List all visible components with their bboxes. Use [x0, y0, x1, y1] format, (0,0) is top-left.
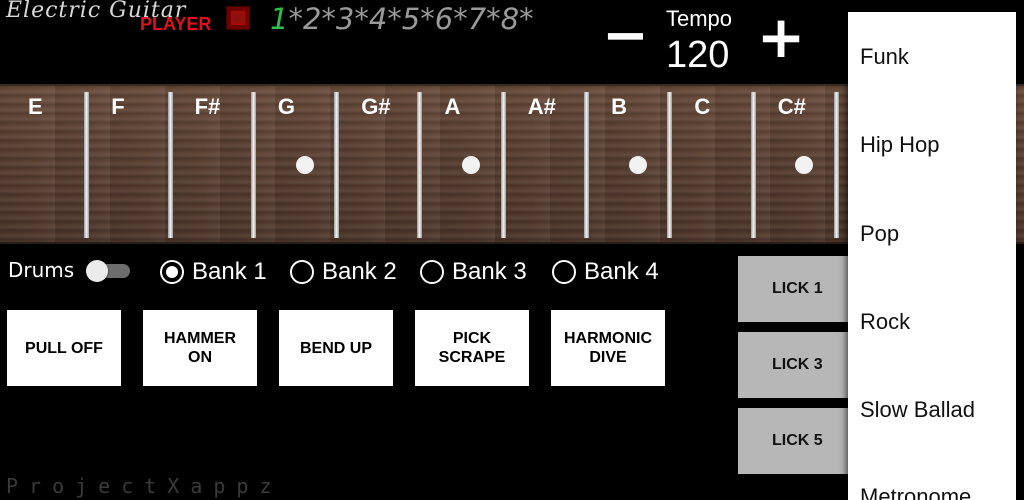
drums-label: Drums [8, 258, 75, 282]
lick-5-button[interactable]: LICK 5 [738, 408, 858, 474]
fret-wire [833, 92, 839, 238]
fret-a[interactable]: A [423, 86, 506, 246]
fret-f[interactable]: F [89, 86, 173, 246]
pull-off-button[interactable]: PULL OFF [7, 310, 121, 386]
fret-marker-dot [462, 156, 481, 174]
radio-icon[interactable] [420, 260, 444, 284]
stop-icon [231, 11, 245, 25]
style-dropdown-menu[interactable]: Funk Hip Hop Pop Rock Slow Ballad Metron… [848, 12, 1016, 500]
fret-g[interactable]: G [256, 86, 340, 246]
menu-item-pop[interactable]: Pop [860, 221, 899, 247]
fret-marker-dot [628, 156, 647, 174]
bend-up-button[interactable]: BEND UP [279, 310, 393, 386]
pattern-list[interactable]: *2*3*4*5*6*7*8* [288, 2, 533, 36]
fret-note-label: G# [361, 94, 391, 119]
fret-note-label: G [277, 94, 296, 119]
stop-button[interactable] [226, 6, 250, 30]
fret-note-label: F# [194, 94, 221, 119]
fret-c-sharp[interactable]: C# [756, 86, 839, 246]
fret-note-label: F [111, 94, 125, 119]
bank-2-radio[interactable]: Bank 2 [290, 258, 397, 286]
lick-3-button[interactable]: LICK 3 [738, 332, 858, 398]
fret-c[interactable]: C [672, 86, 756, 246]
bank-label: Bank 3 [452, 258, 527, 285]
menu-item-funk[interactable]: Funk [860, 44, 909, 70]
fret-marker-dot [295, 156, 314, 174]
bank-1-radio[interactable]: Bank 1 [160, 258, 267, 286]
developer-credit: ProjectXappz [6, 474, 283, 498]
fret-note-label: E [28, 94, 43, 119]
fret-marker-dot [795, 156, 814, 174]
menu-item-rock[interactable]: Rock [860, 309, 910, 335]
bank-label: Bank 1 [192, 258, 267, 285]
hammer-on-button[interactable]: HAMMER ON [143, 310, 257, 386]
fret-a-sharp[interactable]: A# [506, 86, 590, 246]
tempo-decrease-button[interactable]: − [602, 8, 649, 68]
menu-item-metronome[interactable]: Metronome [860, 484, 971, 500]
tempo-label: Tempo [666, 6, 733, 31]
pick-scrape-button[interactable]: PICK SCRAPE [415, 310, 529, 386]
radio-icon[interactable] [160, 260, 184, 284]
fret-e[interactable]: E [6, 86, 90, 246]
drums-toggle[interactable] [86, 260, 132, 282]
fret-f-sharp[interactable]: F# [173, 86, 256, 246]
fret-g-sharp[interactable]: G# [339, 86, 423, 246]
menu-item-hip-hop[interactable]: Hip Hop [860, 132, 939, 158]
app-subtitle: PLAYER [140, 14, 212, 34]
bank-label: Bank 4 [584, 258, 659, 285]
fret-b[interactable]: B [589, 86, 673, 246]
pattern-active[interactable]: 1 [270, 2, 288, 36]
fret-note-label: C [694, 94, 711, 119]
radio-icon[interactable] [552, 260, 576, 284]
tempo-increase-button[interactable]: + [756, 6, 806, 70]
fret-note-label: C# [777, 94, 806, 119]
fret-note-label: A [444, 94, 461, 119]
fret-note-label: B [611, 94, 627, 119]
pattern-selector[interactable]: 1*2*3*4*5*6*7*8* [270, 2, 534, 36]
menu-item-slow-ballad[interactable]: Slow Ballad [860, 397, 975, 423]
radio-icon[interactable] [290, 260, 314, 284]
lick-1-button[interactable]: LICK 1 [738, 256, 858, 322]
fret-note-label: A# [527, 94, 556, 119]
harmonic-dive-button[interactable]: HARMONIC DIVE [551, 310, 665, 386]
tempo-value: 120 [666, 34, 730, 76]
bank-4-radio[interactable]: Bank 4 [552, 258, 659, 286]
bank-label: Bank 2 [322, 258, 397, 285]
bank-3-radio[interactable]: Bank 3 [420, 258, 527, 286]
